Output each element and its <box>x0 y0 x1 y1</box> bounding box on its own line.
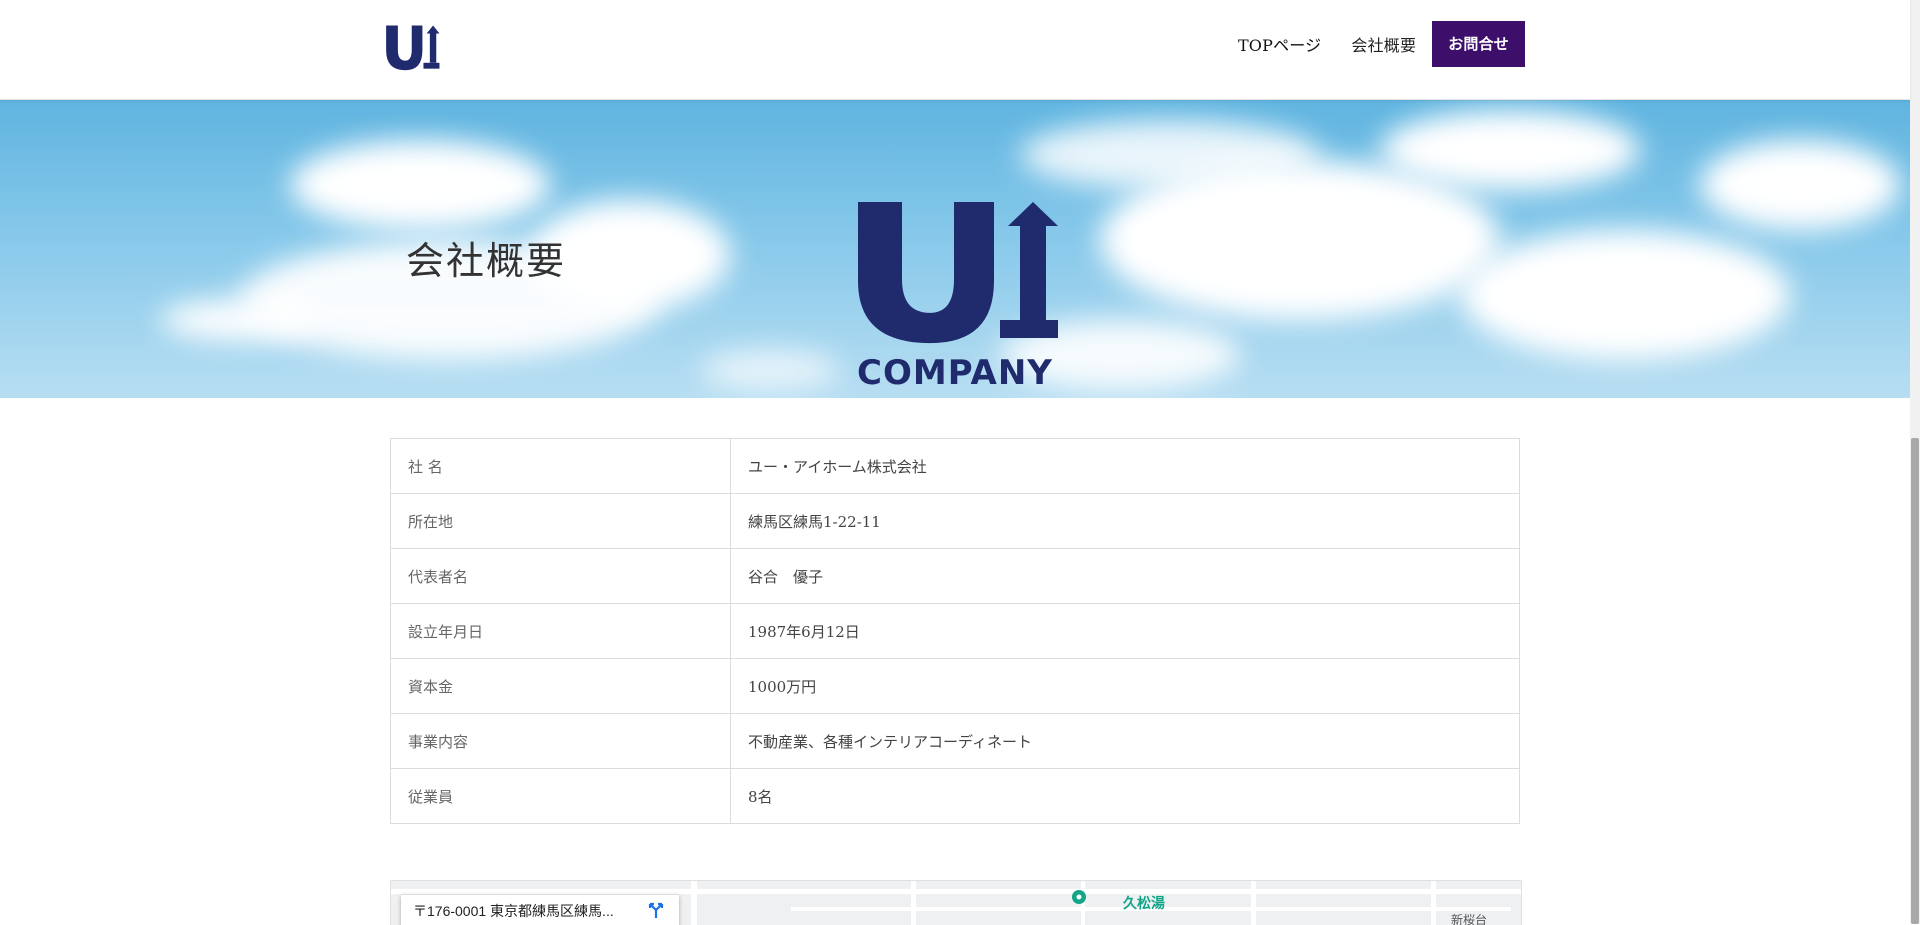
cloud-decoration <box>1460 230 1790 360</box>
cloud-decoration <box>700 350 840 390</box>
company-logo[interactable] <box>384 24 440 76</box>
map-road <box>1251 881 1256 925</box>
logo-text: COMPANY <box>857 353 1053 386</box>
table-row: 資本金 1000万円 <box>390 658 1520 714</box>
row-value: 谷合 優子 <box>730 548 1520 604</box>
row-value: 1987年6月12日 <box>730 603 1520 659</box>
page-scrollbar[interactable] <box>1910 0 1920 924</box>
row-value: 1000万円 <box>730 658 1520 714</box>
map-road <box>691 881 697 925</box>
row-label: 所在地 <box>390 493 731 549</box>
map-poi-label: 久松湯 <box>1123 895 1165 911</box>
google-map-embed[interactable]: 〒176-0001 東京都練馬区練馬... 久松湯 新桜台 <box>390 880 1522 925</box>
row-value: 8名 <box>730 768 1520 824</box>
row-label: 社 名 <box>390 438 731 494</box>
table-row: 設立年月日 1987年6月12日 <box>390 603 1520 659</box>
nav-company-overview[interactable]: 会社概要 <box>1351 32 1416 56</box>
hero-company-logo: COMPANY <box>857 202 1058 386</box>
row-label: 従業員 <box>390 768 731 824</box>
row-label: 設立年月日 <box>390 603 731 659</box>
cloud-decoration <box>160 300 320 340</box>
row-label: 資本金 <box>390 658 731 714</box>
map-road <box>911 881 916 925</box>
main-nav: TOPページ 会社概要 お問合せ <box>1208 21 1525 67</box>
cloud-decoration <box>290 140 550 230</box>
page-title: 会社概要 <box>406 239 567 283</box>
map-road <box>1431 881 1436 925</box>
map-road <box>391 889 1521 894</box>
row-value: ユー・アイホーム株式会社 <box>730 438 1520 494</box>
row-label: 事業内容 <box>390 713 731 769</box>
map-area-label: 新桜台 <box>1451 913 1488 925</box>
table-row: 代表者名 谷合 優子 <box>390 548 1520 604</box>
table-row: 従業員 8名 <box>390 768 1520 824</box>
map-pin-icon <box>1072 890 1086 904</box>
cloud-decoration <box>1380 110 1640 190</box>
scrollbar-thumb[interactable] <box>1911 438 1919 924</box>
directions-icon[interactable] <box>647 901 665 919</box>
row-value: 練馬区練馬1-22-11 <box>730 493 1520 549</box>
table-row: 事業内容 不動産業、各種インテリアコーディネート <box>390 713 1520 769</box>
company-info-table: 社 名 ユー・アイホーム株式会社 所在地 練馬区練馬1-22-11 代表者名 谷… <box>390 438 1520 824</box>
map-address: 〒176-0001 東京都練馬区練馬... <box>413 903 614 919</box>
site-header: TOPページ 会社概要 お問合せ <box>0 0 1910 100</box>
nav-top-page[interactable]: TOPページ <box>1238 32 1321 56</box>
row-value: 不動産業、各種インテリアコーディネート <box>730 713 1520 769</box>
table-row: 所在地 練馬区練馬1-22-11 <box>390 493 1520 549</box>
map-place-card[interactable]: 〒176-0001 東京都練馬区練馬... <box>401 895 679 925</box>
table-row: 社 名 ユー・アイホーム株式会社 <box>390 438 1520 494</box>
nav-contact-button[interactable]: お問合せ <box>1432 21 1525 67</box>
row-label: 代表者名 <box>390 548 731 604</box>
cloud-decoration <box>1700 140 1900 230</box>
cloud-decoration <box>1100 160 1500 320</box>
